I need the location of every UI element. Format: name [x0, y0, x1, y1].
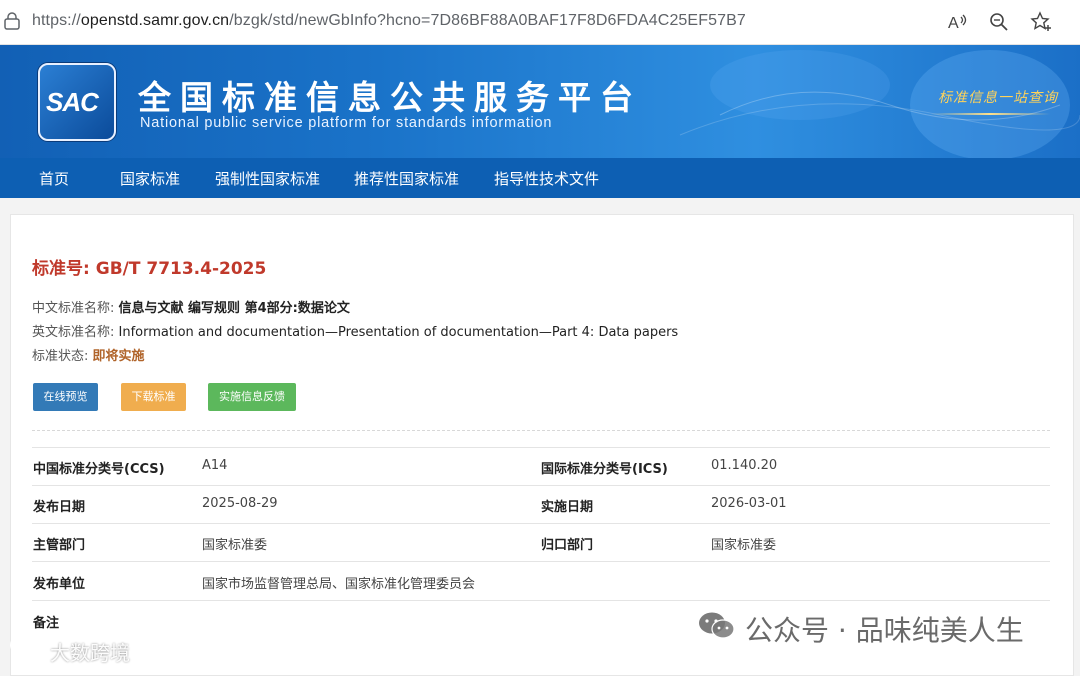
belong-dept-label: 归口部门	[541, 538, 594, 553]
url-text[interactable]: https://openstd.samr.gov.cn/bzgk/std/new…	[32, 12, 746, 30]
wechat-icon-small	[10, 634, 45, 661]
issuer-label: 发布单位	[33, 577, 86, 592]
issuer-value: 国家市场监督管理总局、国家标准化管理委员会	[202, 577, 476, 592]
feedback-button[interactable]: 实施信息反馈	[208, 383, 296, 411]
favorites-icon[interactable]	[1030, 11, 1052, 33]
authority-label: 主管部门	[33, 538, 86, 553]
ccs-value: A14	[202, 458, 228, 473]
main-nav: 首页 国家标准 强制性国家标准 推荐性国家标准 指导性技术文件	[0, 158, 1080, 198]
authority-value: 国家标准委	[202, 538, 268, 553]
en-name-row: 英文标准名称: Information and documentation—Pr…	[32, 325, 679, 340]
remark-label: 备注	[33, 616, 60, 631]
publish-date-label: 发布日期	[33, 500, 86, 515]
site-info-icon[interactable]	[4, 12, 20, 30]
address-bar[interactable]: https://openstd.samr.gov.cn/bzgk/std/new…	[0, 0, 1080, 45]
slogan-underline	[930, 113, 1050, 115]
standard-number: 标准号: GB/T 7713.4-2025	[32, 259, 267, 279]
nav-recommended-standards[interactable]: 推荐性国家标准	[354, 168, 459, 189]
effective-date-value: 2026-03-01	[711, 496, 787, 511]
nav-national-standards[interactable]: 国家标准	[120, 168, 180, 189]
nav-home[interactable]: 首页	[39, 168, 69, 189]
standard-detail-card	[10, 214, 1074, 676]
sac-logo[interactable]: SAC	[38, 63, 116, 141]
download-button[interactable]: 下载标准	[121, 383, 186, 411]
site-slogan: 标准信息一站查询	[938, 90, 1058, 106]
site-banner: SAC 全国标准信息公共服务平台 National public service…	[0, 45, 1080, 158]
status-row: 标准状态: 即将实施	[32, 349, 145, 364]
cn-name-value: 信息与文献 编写规则 第4部分:数据论文	[118, 301, 350, 316]
belong-dept-value: 国家标准委	[711, 538, 777, 553]
site-subtitle: National public service platform for sta…	[140, 115, 553, 131]
site-title: 全国标准信息公共服务平台	[138, 78, 642, 117]
nav-mandatory-standards[interactable]: 强制性国家标准	[215, 168, 320, 189]
svg-text:A: A	[948, 15, 959, 32]
online-preview-button[interactable]: 在线预览	[33, 383, 98, 411]
wechat-icon	[699, 612, 735, 639]
read-aloud-icon[interactable]: A	[946, 11, 968, 33]
en-name-value: Information and documentation—Presentati…	[118, 325, 679, 340]
table-line	[32, 523, 1050, 524]
watermark-left: 大数跨境	[50, 641, 130, 665]
ics-label: 国际标准分类号(ICS)	[541, 462, 668, 477]
status-badge: 即将实施	[92, 349, 145, 364]
table-line	[32, 485, 1050, 486]
table-line	[32, 447, 1050, 448]
ccs-label: 中国标准分类号(CCS)	[33, 462, 165, 477]
nav-guidance-documents[interactable]: 指导性技术文件	[494, 168, 599, 189]
cn-name-row: 中文标准名称: 信息与文献 编写规则 第4部分:数据论文	[32, 301, 350, 316]
publish-date-value: 2025-08-29	[202, 496, 278, 511]
zoom-icon[interactable]	[988, 11, 1010, 33]
ics-value: 01.140.20	[711, 458, 778, 473]
watermark-right: 公众号 · 品味纯美人生	[745, 614, 1024, 647]
table-line	[32, 600, 1050, 601]
table-line	[32, 561, 1050, 562]
divider	[32, 430, 1050, 431]
effective-date-label: 实施日期	[541, 500, 594, 515]
